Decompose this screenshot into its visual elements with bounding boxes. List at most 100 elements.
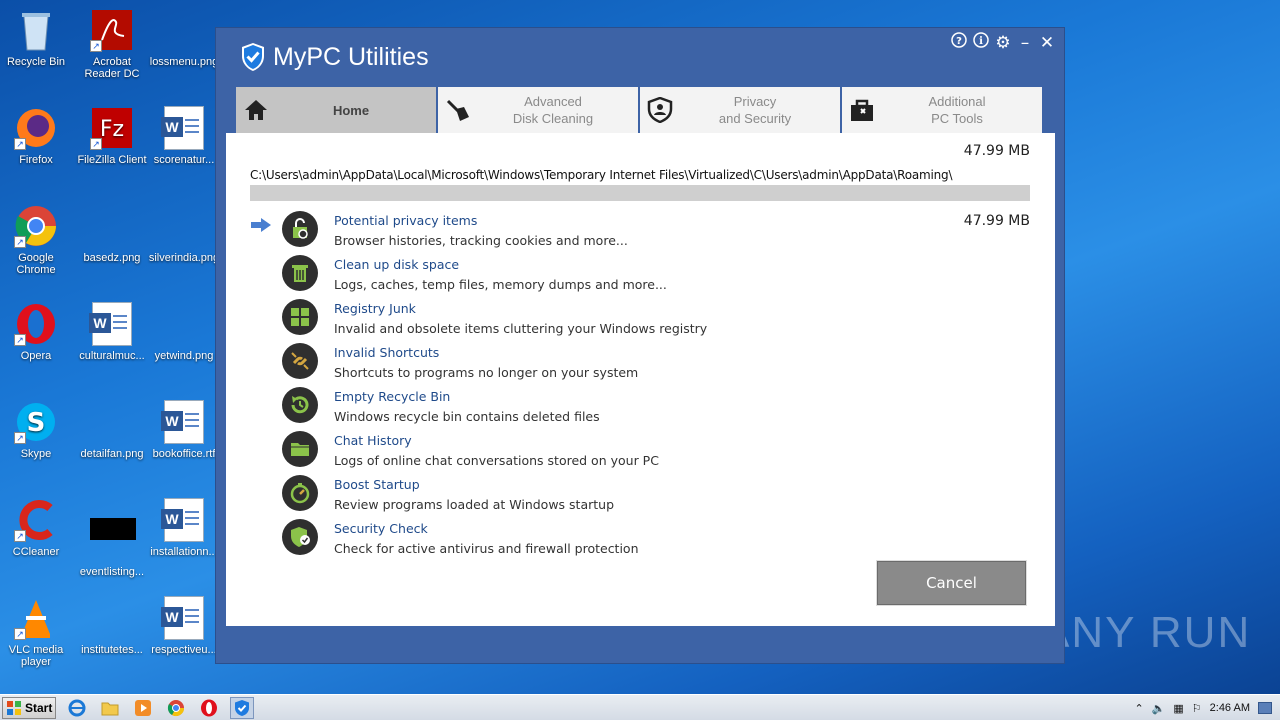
- svg-text:Fz: Fz: [100, 117, 124, 142]
- show-desktop-icon[interactable]: [1258, 702, 1272, 714]
- desktop-icon-institutetes[interactable]: institutetes...: [76, 596, 148, 656]
- scan-item-desc: Browser histories, tracking cookies and …: [334, 233, 628, 248]
- desktop-icon-eventlisting[interactable]: eventlisting...: [76, 498, 148, 578]
- total-size: 47.99 MB: [963, 143, 1030, 159]
- desktop-icon-culturalmuc[interactable]: W culturalmuc...: [76, 302, 148, 362]
- desktop-icon-acrobat[interactable]: ↗ Acrobat Reader DC: [76, 8, 148, 80]
- scan-item-title: Potential privacy items: [334, 213, 478, 228]
- tab-advanced-disk-cleaning[interactable]: Advanced Disk Cleaning: [438, 87, 638, 133]
- desktop-icon-installationn[interactable]: W installationn...: [148, 498, 220, 558]
- ccleaner-icon: ↗: [14, 498, 58, 542]
- desktop-icon-lossmenu[interactable]: lossmenu.png: [148, 8, 220, 68]
- help-icon[interactable]: ?: [950, 32, 968, 53]
- opera-icon: ↗: [14, 302, 58, 346]
- desktop-icon-vlc[interactable]: ↗ VLC media player: [0, 596, 72, 668]
- volume-icon[interactable]: 🔈: [1152, 702, 1166, 715]
- desktop-icon-firefox[interactable]: ↗ Firefox: [0, 106, 72, 166]
- scan-item-recycle-bin[interactable]: Empty Recycle Bin Windows recycle bin co…: [250, 387, 1030, 431]
- scan-item-registry-junk[interactable]: Registry Junk Invalid and obsolete items…: [250, 299, 1030, 343]
- tray-expand-icon[interactable]: ⌃: [1134, 702, 1143, 715]
- chrome-taskbar-icon[interactable]: [164, 697, 188, 719]
- desktop-icon-opera[interactable]: ↗ Opera: [0, 302, 72, 362]
- desktop-icon-skype[interactable]: S ↗ Skype: [0, 400, 72, 460]
- scan-item-desc: Windows recycle bin contains deleted fil…: [334, 409, 600, 424]
- privacy-lock-icon: [282, 211, 318, 247]
- desktop-icon-bookoffice[interactable]: W bookoffice.rtf: [148, 400, 220, 460]
- window-title: MyPC Utilities: [241, 42, 429, 72]
- desktop-icon-recycle-bin[interactable]: Recycle Bin: [0, 8, 72, 68]
- media-player-icon[interactable]: [131, 697, 155, 719]
- home-icon: [245, 100, 267, 120]
- desktop-icon-chrome[interactable]: ↗ Google Chrome: [0, 204, 72, 276]
- tab-privacy-and-security[interactable]: Privacy and Security: [640, 87, 840, 133]
- scan-item-title: Security Check: [334, 521, 428, 536]
- acrobat-icon: ↗: [90, 8, 134, 52]
- filezilla-icon: Fz ↗: [90, 106, 134, 150]
- desktop-icon-ccleaner[interactable]: ↗ CCleaner: [0, 498, 72, 558]
- word-doc-icon: W: [89, 302, 134, 346]
- info-icon[interactable]: i: [972, 32, 990, 53]
- desktop-icon-detailfan[interactable]: detailfan.png: [76, 400, 148, 460]
- scan-item-desc: Logs of online chat conversations stored…: [334, 453, 659, 468]
- opera-taskbar-icon[interactable]: [197, 697, 221, 719]
- settings-gear-icon[interactable]: ⚙: [994, 33, 1012, 53]
- cancel-button[interactable]: Cancel: [876, 560, 1027, 606]
- scan-item-desc: Shortcuts to programs no longer on your …: [334, 365, 639, 380]
- toolbox-icon: [851, 99, 873, 121]
- desktop-icon-silverindia[interactable]: silverindia.png: [148, 204, 220, 264]
- help-glyph: ?: [956, 36, 962, 47]
- explorer-icon[interactable]: [98, 697, 122, 719]
- svg-text:S: S: [27, 408, 46, 438]
- privacy-shield-icon: [647, 97, 673, 123]
- current-scan-path: C:\Users\admin\AppData\Local\Microsoft\W…: [250, 168, 953, 182]
- recycle-bin-icon: [14, 8, 58, 52]
- vlc-icon: ↗: [14, 596, 58, 640]
- scan-item-desc: Logs, caches, temp files, memory dumps a…: [334, 277, 667, 292]
- desktop-icon-filezilla[interactable]: Fz ↗ FileZilla Client: [76, 106, 148, 166]
- image-file-icon: [162, 8, 206, 52]
- start-label: Start: [25, 700, 53, 715]
- clock[interactable]: 2:46 AM: [1210, 702, 1250, 714]
- network-icon[interactable]: ▦: [1173, 702, 1183, 715]
- tab-home[interactable]: Home: [236, 87, 436, 133]
- windows-logo-icon: [282, 299, 318, 335]
- scan-item-title: Invalid Shortcuts: [334, 345, 440, 360]
- stopwatch-icon: [282, 475, 318, 511]
- scan-item-security-check[interactable]: Security Check Check for active antiviru…: [250, 519, 1030, 563]
- start-button[interactable]: Start: [2, 696, 56, 719]
- word-doc-icon: W: [161, 596, 206, 640]
- desktop-icon-basedz[interactable]: basedz.png: [76, 204, 148, 264]
- skype-icon: S ↗: [14, 400, 58, 444]
- chrome-icon: ↗: [14, 204, 58, 248]
- word-doc-icon: W: [161, 106, 206, 150]
- scan-item-desc: Review programs loaded at Windows startu…: [334, 497, 615, 512]
- close-button[interactable]: ✕: [1038, 33, 1056, 53]
- desktop-icon-respectiveu[interactable]: W respectiveu...: [148, 596, 220, 656]
- mypc-utilities-taskbar-icon[interactable]: [230, 696, 254, 719]
- word-doc-icon: W: [161, 400, 206, 444]
- ie-icon[interactable]: [65, 697, 89, 719]
- window-controls: ? i ⚙ – ✕: [950, 32, 1056, 53]
- tab-additional-pc-tools[interactable]: Additional PC Tools: [842, 87, 1042, 133]
- trash-icon: [282, 255, 318, 291]
- scan-item-invalid-shortcuts[interactable]: Invalid Shortcuts Shortcuts to programs …: [250, 343, 1030, 387]
- minimize-button[interactable]: –: [1016, 33, 1034, 53]
- scan-item-disk-space[interactable]: Clean up disk space Logs, caches, temp f…: [250, 255, 1030, 299]
- firefox-icon: ↗: [14, 106, 58, 150]
- app-title: MyPC Utilities: [273, 42, 429, 71]
- action-center-flag-icon[interactable]: ⚐: [1192, 702, 1202, 715]
- image-file-icon: [90, 596, 134, 640]
- scan-item-boost-startup[interactable]: Boost Startup Review programs loaded at …: [250, 475, 1030, 519]
- shield-check-logo-icon: [242, 43, 264, 71]
- desktop-icon-yetwind[interactable]: yetwind.png: [148, 302, 220, 362]
- scan-progress-bar: [250, 185, 1030, 201]
- desktop-icon-scorenatur[interactable]: W scorenatur...: [148, 106, 220, 166]
- scan-item-desc: Check for active antivirus and firewall …: [334, 541, 639, 556]
- recycle-icon: [282, 387, 318, 423]
- scan-item-title: Clean up disk space: [334, 257, 460, 272]
- scan-item-chat-history[interactable]: Chat History Logs of online chat convers…: [250, 431, 1030, 475]
- image-file-icon: [90, 204, 134, 248]
- scan-item-privacy[interactable]: Potential privacy items Browser historie…: [250, 211, 1030, 255]
- image-file-icon: [162, 302, 206, 346]
- shield-check-icon: [282, 519, 318, 555]
